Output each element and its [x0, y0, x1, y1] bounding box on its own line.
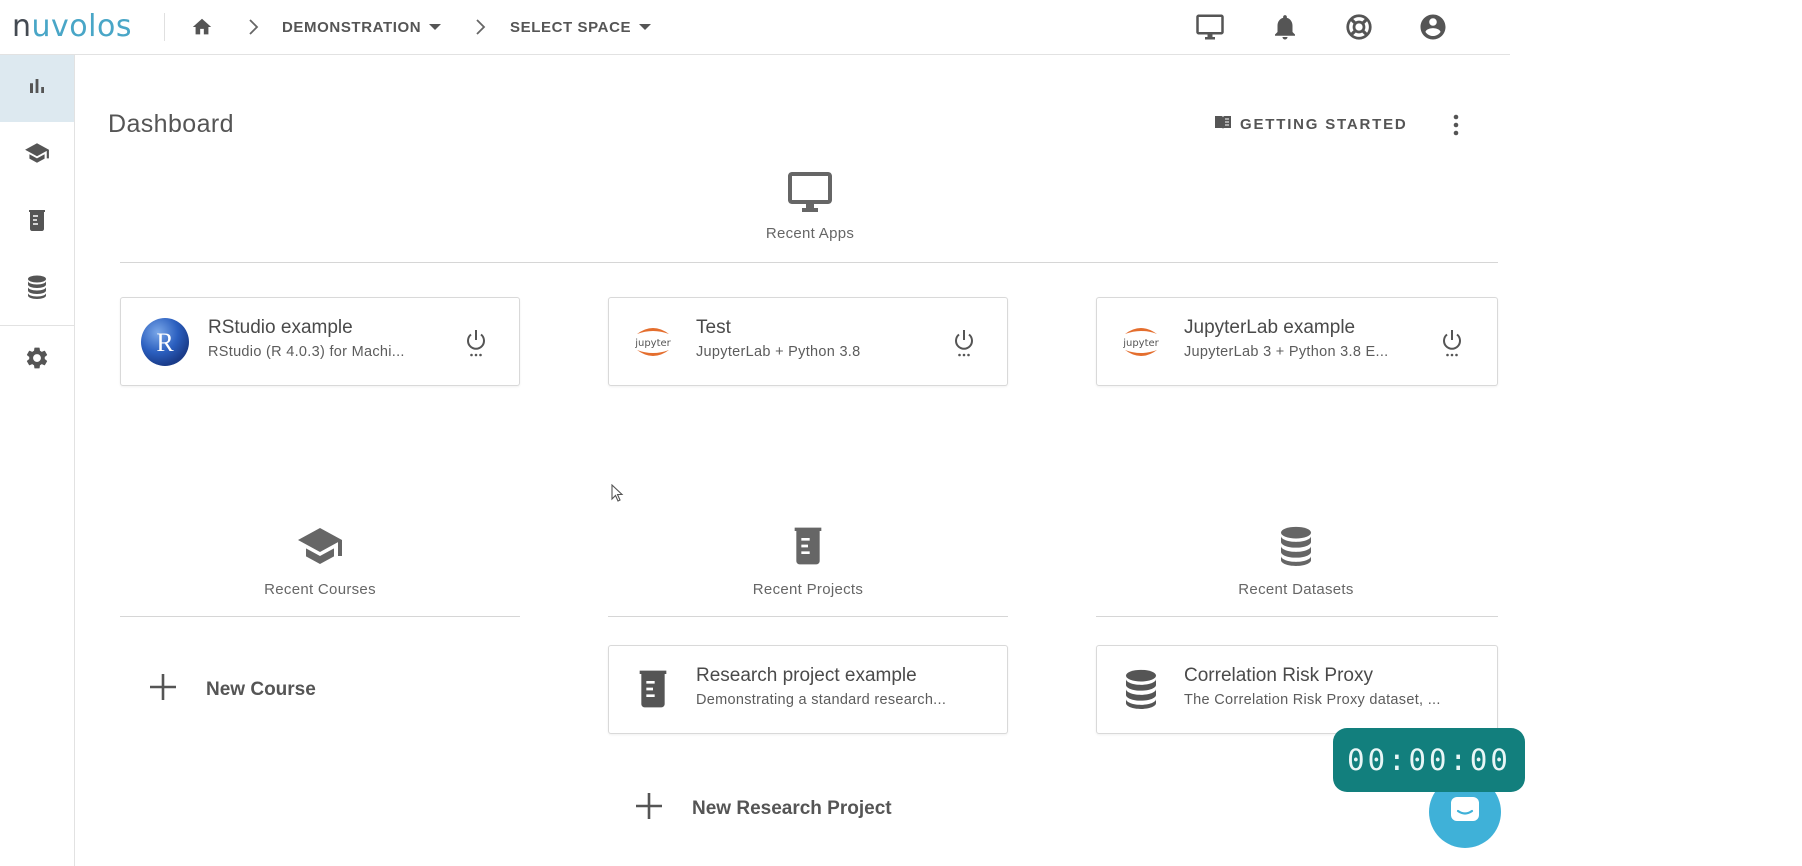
nav-datasets[interactable] — [0, 256, 74, 323]
project-title: Research project example — [696, 665, 917, 686]
divider — [164, 13, 165, 41]
more-vert-icon[interactable] — [1446, 112, 1466, 138]
side-nav — [0, 55, 75, 866]
svg-text:jupyter: jupyter — [634, 338, 671, 349]
recent-projects-label: Recent Projects — [752, 581, 864, 598]
recent-courses-label: Recent Courses — [264, 581, 376, 598]
app-title: RStudio example — [208, 317, 353, 338]
session-timer: 00:00:00 — [1333, 728, 1525, 792]
new-research-project-button[interactable]: New Research Project — [634, 791, 892, 827]
nav-divider — [0, 325, 74, 326]
divider — [120, 616, 520, 617]
database-icon — [25, 274, 49, 305]
bell-icon[interactable] — [1270, 12, 1300, 42]
divider — [1096, 616, 1498, 617]
bar-chart-icon — [25, 74, 49, 103]
svg-text:jupyter: jupyter — [1122, 338, 1159, 349]
new-course-button[interactable]: New Course — [148, 672, 316, 708]
breadcrumb-organization[interactable]: DEMONSTRATION — [282, 17, 442, 37]
beaker-icon — [633, 666, 681, 714]
beaker-icon — [25, 207, 49, 238]
power-icon[interactable] — [463, 328, 489, 360]
book-icon — [1214, 114, 1232, 134]
app-card-jupyterlab[interactable]: jupyter JupyterLab example JupyterLab 3 … — [1096, 297, 1498, 386]
mouse-cursor-icon — [611, 483, 625, 509]
recent-apps-label: Recent Apps — [765, 225, 855, 242]
graduation-cap-icon — [220, 524, 420, 573]
database-icon — [1196, 524, 1396, 573]
home-icon[interactable] — [191, 16, 213, 38]
database-icon — [1121, 666, 1169, 714]
breadcrumb-space-label: SELECT SPACE — [510, 18, 632, 36]
breadcrumb-space-select[interactable]: SELECT SPACE — [510, 17, 652, 37]
app-title: Test — [696, 317, 731, 338]
divider — [120, 262, 1498, 263]
r-logo-icon: R — [141, 318, 189, 366]
app-card-test[interactable]: jupyter Test JupyterLab + Python 3.8 — [608, 297, 1008, 386]
getting-started-button[interactable]: GETTING STARTED — [1214, 114, 1408, 134]
monitor-icon[interactable] — [1195, 12, 1225, 42]
recent-projects-header: Recent Projects — [708, 524, 908, 598]
app-subtitle: JupyterLab 3 + Python 3.8 E... — [1184, 344, 1389, 360]
graduation-cap-icon — [24, 140, 50, 171]
chevron-right-icon — [474, 17, 488, 37]
account-icon[interactable] — [1418, 12, 1448, 42]
nav-dashboard[interactable] — [0, 55, 74, 122]
top-bar: nuvolos DEMONSTRATION SELECT SPACE — [0, 0, 1510, 55]
jupyter-logo-icon: jupyter — [1117, 318, 1165, 366]
caret-down-icon — [639, 24, 652, 30]
recent-courses-header: Recent Courses — [220, 524, 420, 598]
lifebuoy-icon[interactable] — [1344, 12, 1374, 42]
getting-started-label: GETTING STARTED — [1240, 115, 1408, 133]
dataset-subtitle: The Correlation Risk Proxy dataset, ... — [1184, 692, 1441, 708]
monitor-icon — [720, 170, 900, 219]
plus-icon — [634, 791, 664, 827]
app-subtitle: JupyterLab + Python 3.8 — [696, 344, 861, 360]
plus-icon — [148, 672, 178, 708]
chevron-right-icon — [247, 17, 261, 37]
svg-text:R: R — [156, 328, 174, 357]
dataset-card[interactable]: Correlation Risk Proxy The Correlation R… — [1096, 645, 1498, 734]
recent-datasets-header: Recent Datasets — [1196, 524, 1396, 598]
project-card[interactable]: Research project example Demonstrating a… — [608, 645, 1008, 734]
power-icon[interactable] — [1439, 328, 1465, 360]
divider — [608, 616, 1008, 617]
jupyter-logo-icon: jupyter — [629, 318, 677, 366]
new-research-project-label: New Research Project — [692, 798, 892, 819]
nav-projects[interactable] — [0, 189, 74, 256]
gear-icon — [24, 345, 50, 376]
recent-apps-header: Recent Apps — [720, 170, 900, 242]
page-title: Dashboard — [108, 110, 234, 138]
app-title: JupyterLab example — [1184, 317, 1356, 338]
chat-icon — [1449, 795, 1481, 830]
dataset-title: Correlation Risk Proxy — [1184, 665, 1373, 686]
nav-settings[interactable] — [0, 327, 74, 394]
nav-courses[interactable] — [0, 122, 74, 189]
app-card-rstudio[interactable]: R RStudio example RStudio (R 4.0.3) for … — [120, 297, 520, 386]
caret-down-icon — [429, 24, 442, 30]
new-course-label: New Course — [206, 679, 316, 700]
nuvolos-logo[interactable]: nuvolos — [12, 9, 132, 45]
recent-datasets-label: Recent Datasets — [1238, 581, 1354, 598]
beaker-icon — [708, 524, 908, 573]
power-icon[interactable] — [951, 328, 977, 360]
app-subtitle: RStudio (R 4.0.3) for Machi... — [208, 344, 405, 360]
project-subtitle: Demonstrating a standard research... — [696, 692, 947, 708]
breadcrumb-organization-label: DEMONSTRATION — [282, 18, 422, 36]
